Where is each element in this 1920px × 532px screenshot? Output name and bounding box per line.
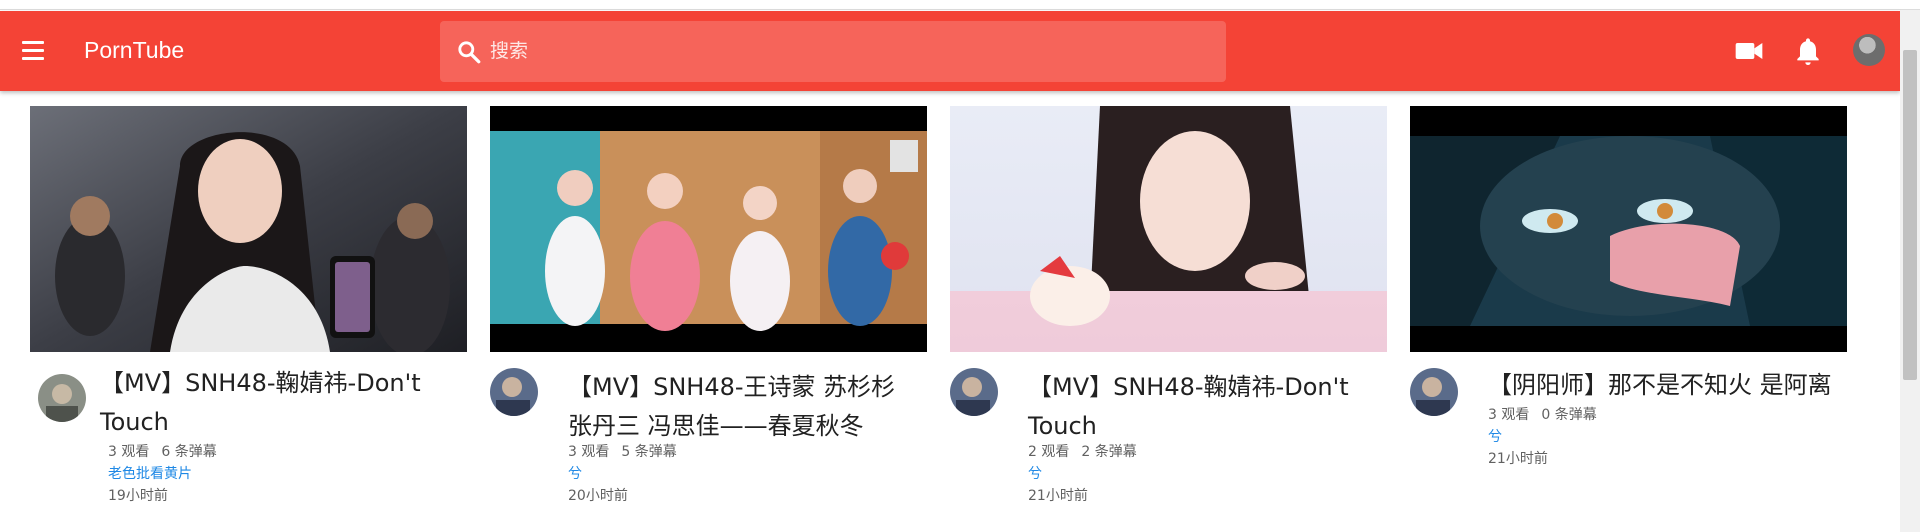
video-stats: 3 观看 6 条弹幕 [108,441,217,463]
danmaku-count: 0 条弹幕 [1541,407,1597,423]
video-title-line[interactable]: 【MV】SNH48-鞠婧祎-Don't [1028,368,1383,407]
video-title[interactable]: 【MV】SNH48-鞠婧祎-Don't Touch [1028,368,1383,446]
search-icon[interactable] [456,39,482,65]
search-input[interactable] [490,35,1190,67]
view-count: 3 观看 [108,444,150,460]
video-title-line[interactable]: 【MV】SNH48-王诗蒙 苏杉杉 [568,368,923,407]
menu-icon[interactable] [20,38,50,64]
channel-avatar[interactable] [1410,368,1458,416]
video-title-line[interactable]: Touch [100,403,460,442]
browser-top-strip [0,0,1920,10]
channel-link[interactable]: 兮 [568,463,582,485]
video-title-line[interactable]: 【阴阳师】那不是不知火 是阿离 [1488,366,1847,405]
channel-avatar[interactable] [38,374,86,422]
user-avatar[interactable] [1853,34,1885,66]
scrollbar-thumb[interactable] [1903,50,1917,380]
view-count: 3 观看 [1488,407,1530,423]
view-count: 3 观看 [568,444,610,460]
video-title[interactable]: 【MV】SNH48-王诗蒙 苏杉杉 张丹三 冯思佳——春夏秋冬 [568,368,923,446]
channel-link[interactable]: 老色批看黄片 [108,463,192,485]
upload-time: 19小时前 [108,488,168,504]
upload-time: 20小时前 [568,488,628,504]
video-title[interactable]: 【MV】SNH48-鞠婧祎-Don't Touch [100,364,460,442]
channel-avatar[interactable] [950,368,998,416]
video-thumbnail[interactable] [30,106,467,352]
video-stats: 3 观看 0 条弹幕 [1488,404,1597,426]
video-thumbnail[interactable] [950,106,1387,352]
video-title-line[interactable]: 【MV】SNH48-鞠婧祎-Don't [100,364,460,403]
video-thumbnail[interactable] [490,106,927,352]
view-count: 2 观看 [1028,444,1070,460]
danmaku-count: 5 条弹幕 [621,444,677,460]
video-camera-icon[interactable] [1733,35,1765,67]
video-stats: 2 观看 2 条弹幕 [1028,441,1137,463]
channel-avatar[interactable] [490,368,538,416]
bell-icon[interactable] [1792,35,1824,67]
channel-link[interactable]: 兮 [1488,426,1502,448]
upload-time: 21小时前 [1488,451,1548,467]
page-scrollbar[interactable] [1900,10,1920,532]
channel-link[interactable]: 兮 [1028,463,1042,485]
search-box[interactable] [440,21,1226,82]
danmaku-count: 2 条弹幕 [1081,444,1137,460]
danmaku-count: 6 条弹幕 [161,444,217,460]
upload-time: 21小时前 [1028,488,1088,504]
app-bar: PornTube [0,11,1900,91]
video-title[interactable]: 【阴阳师】那不是不知火 是阿离 [1488,366,1847,405]
video-thumbnail[interactable] [1410,106,1847,352]
brand-logo[interactable]: PornTube [84,37,184,64]
video-stats: 3 观看 5 条弹幕 [568,441,677,463]
